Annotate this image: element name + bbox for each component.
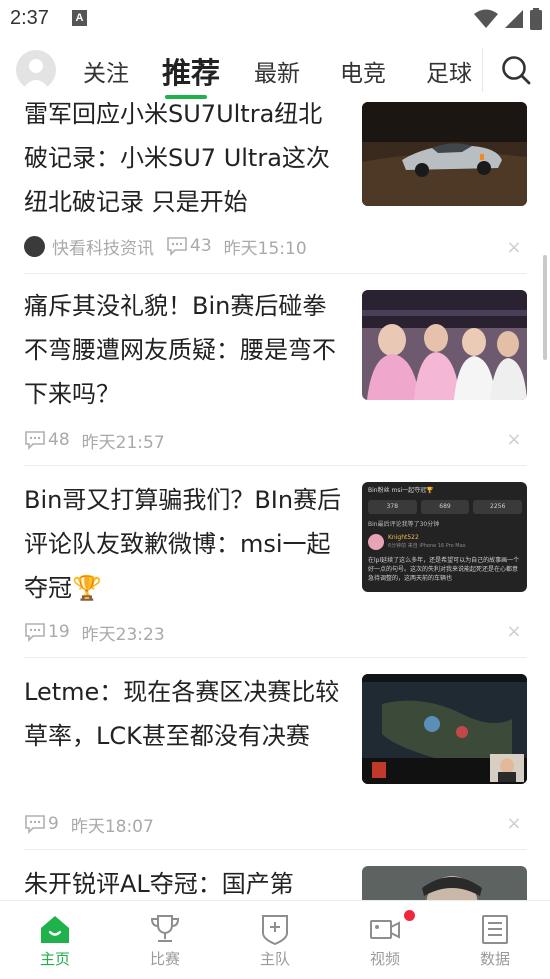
nav-label: 主页 [39,950,70,968]
publish-time: 昨天23:23 [81,624,165,645]
thumb-user-meta: 6分钟前 来自 iPhone 16 Pro Max [388,543,466,549]
signal-icon [505,10,523,28]
publish-time: 昨天15:10 [223,238,307,259]
dismiss-close-icon[interactable]: × [506,815,522,833]
nav-label: 主队 [259,950,290,968]
comment-icon [25,431,45,450]
thumb-stat: 2256 [473,500,523,514]
news-feed: 雷军回应小米SU7Ultra纽北破记录：小米SU7 Ultra这次纽北破记录 只… [0,102,550,900]
players-handshake-photo [362,290,527,400]
publish-time: 昨天18:07 [70,816,154,837]
thumb-stat: 689 [420,500,470,514]
article-thumbnail[interactable] [362,674,527,784]
article-meta: 快看科技资讯 43 昨天15:10 [24,234,307,259]
dismiss-close-icon[interactable]: × [506,239,522,257]
nav-item-video[interactable]: 视频 [330,901,440,979]
article-card[interactable]: Letme：现在各赛区决赛比较草率，LCK甚至都没有决赛 9 昨天18:07 × [0,658,550,850]
nav-item-home[interactable]: 主页 [0,901,110,979]
nav-label: 视频 [369,950,400,968]
bottom-navigation: 主页 比赛 主队 视频 数据 [0,900,550,979]
data-list-icon [482,915,508,944]
video-camera-icon [370,920,400,939]
article-card[interactable]: 痛斥其没礼貌！Bin赛后碰拳不弯腰遭网友质疑：腰是弯不下来吗？ 48 昨天21:… [0,274,550,466]
tab-divider [482,48,483,92]
person-photo [362,866,527,900]
race-car-photo [362,102,527,206]
source-avatar [24,235,45,257]
wifi-icon [474,9,498,28]
thumb-user-avatar [368,534,384,550]
article-thumbnail[interactable] [362,866,527,900]
nav-label: 比赛 [149,950,180,968]
article-thumbnail[interactable] [362,102,527,206]
thumb-header: Bin粉丝 msi一起夺冠🏆 [368,487,434,494]
dismiss-close-icon[interactable]: × [506,623,522,641]
search-icon[interactable] [500,54,532,86]
comment-icon [167,237,187,256]
thumb-username: Knight522 [388,534,419,541]
comment-icon [25,815,45,834]
thumb-caption: Bin最后评论我等了30分钟 [368,521,440,528]
user-avatar[interactable] [16,50,56,90]
notification-a-icon: A [72,10,87,26]
article-thumbnail[interactable] [362,290,527,400]
thumb-stats: 378 689 2256 [368,500,523,514]
article-card[interactable]: 雷军回应小米SU7Ultra纽北破记录：小米SU7 Ultra这次纽北破记录 只… [0,102,550,274]
status-icons [474,7,542,31]
team-shield-icon [262,915,288,945]
comment-icon [25,623,45,642]
game-stream-screenshot [362,674,527,784]
scrollbar[interactable] [543,255,547,360]
active-tab-indicator [165,95,207,99]
article-thumbnail[interactable]: Bin粉丝 msi一起夺冠🏆 378 689 2256 Bin最后评论我等了30… [362,482,527,592]
comment-count: 19 [48,622,70,642]
status-time: 2:37 [10,7,49,29]
publish-time: 昨天21:57 [81,432,165,453]
comment-count: 9 [48,814,59,834]
dismiss-close-icon[interactable]: × [506,431,522,449]
comment-count: 43 [190,236,212,256]
nav-item-data[interactable]: 数据 [440,901,550,979]
article-card[interactable]: 朱开锐评AL夺冠：国产第 [0,850,550,900]
article-card[interactable]: Bin哥又打算骗我们？BIn赛后评论队友致歉微博：msi一起夺冠🏆 Bin粉丝 … [0,466,550,658]
nav-label: 数据 [479,950,510,968]
thumb-body: 在lpl延续了这么多年，还是希望可以为自己的故事画一个好一点的句号。这次的失利对… [368,557,520,582]
comment-count: 48 [48,430,70,450]
battery-icon [530,8,542,30]
tab-esports[interactable]: 电竞 [340,54,386,88]
notification-badge [404,910,415,921]
tab-latest[interactable]: 最新 [254,54,300,88]
weibo-post-screenshot: Bin粉丝 msi一起夺冠🏆 378 689 2256 Bin最后评论我等了30… [362,482,527,592]
article-title[interactable]: 雷军回应小米SU7Ultra纽北破记录：小米SU7 Ultra这次纽北破记录 只… [24,102,342,224]
tab-follow[interactable]: 关注 [83,54,129,88]
article-meta: 19 昨天23:23 [24,620,165,645]
status-bar: 2:37 A [0,0,550,38]
article-title[interactable]: Letme：现在各赛区决赛比较草率，LCK甚至都没有决赛 [24,670,342,758]
thumb-stat: 378 [368,500,417,514]
tab-recommended[interactable]: 推荐 [162,50,220,92]
top-tab-bar: 关注 推荐 最新 电竞 足球 [0,38,550,102]
article-title[interactable]: 朱开锐评AL夺冠：国产第 [24,862,342,900]
nav-item-team[interactable]: 主队 [220,901,330,979]
trophy-icon [150,915,180,942]
article-meta: 48 昨天21:57 [24,428,165,453]
article-title[interactable]: 痛斥其没礼貌！Bin赛后碰拳不弯腰遭网友质疑：腰是弯不下来吗？ [24,284,342,416]
nav-item-matches[interactable]: 比赛 [110,901,220,979]
source-name[interactable]: 快看科技资讯 [52,234,154,259]
tab-football[interactable]: 足球 [426,54,472,88]
home-icon [41,916,69,943]
user-avatar-icon [22,59,50,90]
article-meta: 9 昨天18:07 [24,812,154,837]
article-title[interactable]: Bin哥又打算骗我们？BIn赛后评论队友致歉微博：msi一起夺冠🏆 [24,478,342,610]
